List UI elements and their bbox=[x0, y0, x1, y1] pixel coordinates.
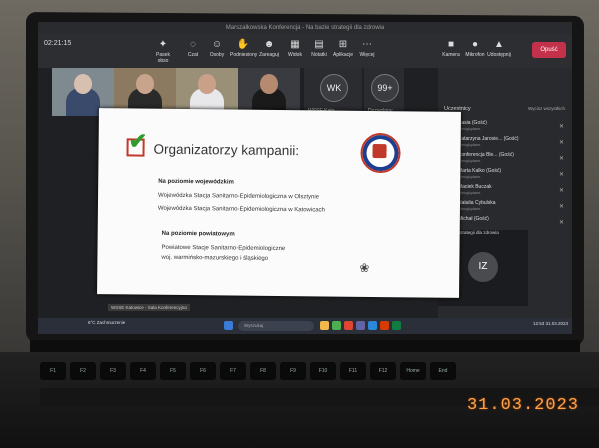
browser-icon[interactable] bbox=[332, 321, 341, 330]
mic-off-icon: ✕ bbox=[558, 204, 564, 210]
window-title: Marszałkowska Konferencja - Na bazie str… bbox=[38, 22, 572, 34]
more-icon: ⋯ bbox=[362, 39, 372, 50]
avatar: WK bbox=[320, 74, 348, 102]
leave-button[interactable]: Opuść bbox=[532, 42, 566, 58]
slide-line: Powiatowe Stacje Sanitarno-Epidemiologic… bbox=[161, 244, 286, 253]
key: F11 bbox=[340, 362, 366, 380]
search-input[interactable]: Wyszukaj bbox=[238, 321, 314, 331]
taskbar-clock: 12:53 31.03.2023 bbox=[532, 321, 568, 326]
rocket-icon: ✦ bbox=[158, 39, 168, 50]
toolbar-button-more[interactable]: ⋯ Więcej bbox=[354, 38, 380, 64]
toolbar-button-view[interactable]: ▦ Widok bbox=[282, 38, 308, 64]
people-icon: ☺ bbox=[211, 39, 223, 50]
toolbar-button-mic[interactable]: ● Mikrofon bbox=[462, 38, 488, 64]
outlook-icon[interactable] bbox=[368, 321, 377, 330]
camera-icon: ■ bbox=[447, 39, 455, 50]
mic-off-icon: ✕ bbox=[558, 220, 564, 226]
key: F12 bbox=[370, 362, 396, 380]
key: End bbox=[430, 362, 456, 380]
key: F5 bbox=[160, 362, 186, 380]
grid-icon: ▦ bbox=[290, 39, 300, 50]
campaign-mascot-icon: ❀ bbox=[359, 260, 370, 275]
mute-all-link[interactable]: Wycisz wszystkich bbox=[528, 106, 565, 111]
powerpoint-icon[interactable] bbox=[380, 321, 389, 330]
toolbar-button-share[interactable]: ▲ Udostępnij bbox=[486, 38, 512, 64]
mic-off-icon: ✕ bbox=[558, 124, 564, 130]
avatar: 99+ bbox=[371, 74, 399, 102]
meeting-toolbar: 02:21:15 ✦ Pasek obso ◌ Czat ☺ Osoby ✋ Podni… bbox=[38, 34, 572, 68]
slide-caption: WSSE Katowice - Sala Konferencyjna bbox=[108, 304, 190, 311]
list-item[interactable]: Natalia Cybulska Nieoglądane ✕ bbox=[444, 200, 568, 214]
person-head bbox=[260, 74, 278, 94]
apps-icon: ⊞ bbox=[338, 39, 348, 50]
key: F3 bbox=[100, 362, 126, 380]
hand-icon: ✋ bbox=[236, 39, 250, 50]
share-icon: ▲ bbox=[494, 39, 504, 50]
toolbar-button-0[interactable]: ✦ Pasek obso bbox=[150, 38, 176, 64]
person-head bbox=[74, 74, 92, 94]
toolbar-button-apps[interactable]: ⊞ Aplikacje bbox=[330, 38, 356, 64]
list-item[interactable]: Maciek Buczak Nieoglądane ✕ bbox=[444, 184, 568, 198]
key: F6 bbox=[190, 362, 216, 380]
laptop-screen: Marszałkowska Konferencja - Na bazie str… bbox=[38, 22, 572, 334]
slide-title: Organizatorzy kampanii: bbox=[153, 141, 300, 159]
toolbar-button-hand[interactable]: ✋ Podniesiony bbox=[230, 38, 257, 64]
presentation-slide: ✔ Organizatorzy kampanii: Na poziomie wo… bbox=[97, 108, 461, 298]
avatar-tile-wk[interactable]: WK WSSE Kato... bbox=[304, 68, 362, 116]
section-heading: Na poziomie powiatowym bbox=[161, 230, 235, 238]
emblem-icon bbox=[372, 143, 387, 159]
checkmark-icon: ✔ bbox=[128, 128, 148, 154]
list-item[interactable]: Kasia (Gość) Nieoglądane ✕ bbox=[444, 120, 568, 134]
meeting-timer: 02:21:15 bbox=[44, 40, 72, 47]
chat-icon: ◌ bbox=[190, 39, 196, 50]
date-stamp: 31.03.2023 bbox=[466, 396, 579, 415]
key: F1 bbox=[40, 362, 66, 380]
list-item[interactable]: Konferencja Ble... (Gość) Nieoglądane ✕ bbox=[444, 152, 568, 166]
mic-off-icon: ✕ bbox=[558, 188, 564, 194]
key: F10 bbox=[310, 362, 336, 380]
sanepid-logo bbox=[360, 132, 401, 174]
list-item[interactable]: Marta Kalko (Gość) Nieoglądane ✕ bbox=[444, 168, 568, 182]
toolbar-button-people[interactable]: ☺ Osoby bbox=[204, 38, 230, 64]
avatar: IZ bbox=[468, 252, 498, 282]
key: Home bbox=[400, 362, 426, 380]
person-head bbox=[136, 74, 154, 94]
folder-icon[interactable] bbox=[320, 321, 329, 330]
slide-line: Wojewódzka Stacja Sanitarno-Epidemiologi… bbox=[158, 192, 320, 201]
excel-icon[interactable] bbox=[392, 321, 401, 330]
weather-widget[interactable]: 6°C Zachmurzenie bbox=[88, 320, 125, 325]
key: F4 bbox=[130, 362, 156, 380]
smile-icon: ☻ bbox=[263, 39, 275, 50]
toolbar-button-notes[interactable]: ▤ Notatki bbox=[306, 38, 332, 64]
toolbar-button-chat[interactable]: ◌ Czat bbox=[180, 38, 206, 64]
section-heading: Na poziomie wojewódzkim bbox=[158, 178, 234, 186]
app-icon[interactable] bbox=[344, 321, 353, 330]
key: F2 bbox=[70, 362, 96, 380]
windows-taskbar: 6°C Zachmurzenie Wyszukaj 12:53 31.03.20… bbox=[38, 318, 572, 334]
slide-line: woj. warmińsko-mazurskiego i śląskiego bbox=[161, 254, 269, 262]
key: F8 bbox=[250, 362, 276, 380]
list-item[interactable]: Katarzyna Jarosie... (Gość) Nieoglądane ✕ bbox=[444, 136, 568, 150]
mic-off-icon: ✕ bbox=[558, 156, 564, 162]
key: F9 bbox=[280, 362, 306, 380]
mic-off-icon: ✕ bbox=[558, 140, 564, 146]
teams-icon[interactable] bbox=[356, 321, 365, 330]
mic-icon: ● bbox=[471, 39, 479, 50]
mic-off-icon: ✕ bbox=[558, 172, 564, 178]
notes-icon: ▤ bbox=[314, 39, 324, 50]
list-item[interactable]: Michał (Gość) ✕ bbox=[444, 216, 568, 230]
toolbar-button-react[interactable]: ☻ Zareaguj bbox=[256, 38, 282, 64]
slide-line: Wojewódzka Stacja Sanitarno-Epidemiologi… bbox=[157, 205, 325, 214]
start-icon[interactable] bbox=[224, 321, 233, 330]
person-head bbox=[198, 74, 216, 94]
key: F7 bbox=[220, 362, 246, 380]
toolbar-button-camera[interactable]: ■ Kamera bbox=[438, 38, 464, 64]
avatar-tile-more[interactable]: 99+ Dozwolony bbox=[364, 68, 404, 116]
